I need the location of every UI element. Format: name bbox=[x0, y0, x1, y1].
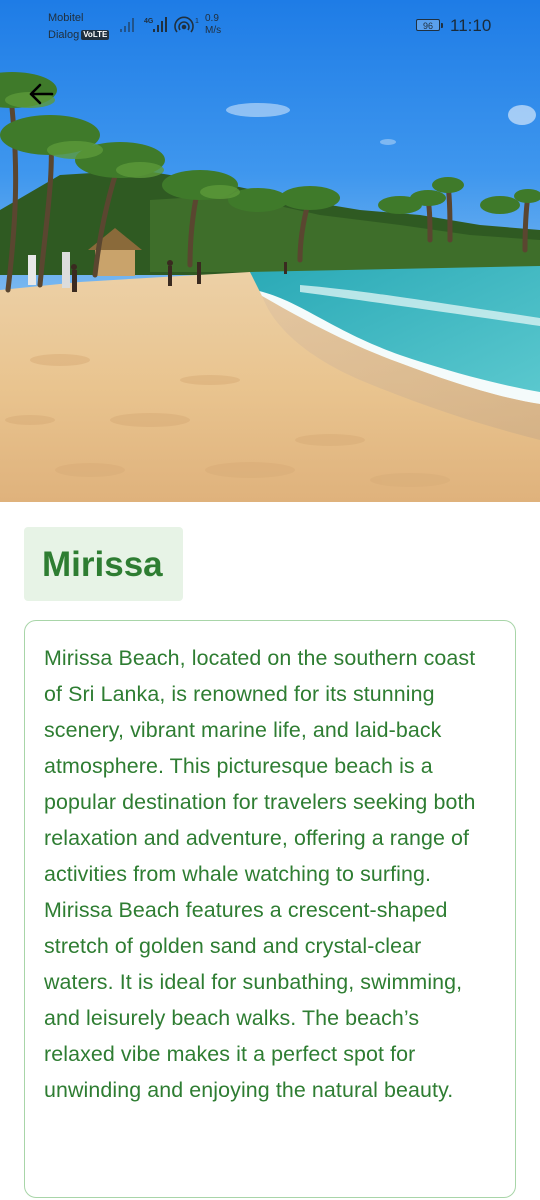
status-time: 11:10 bbox=[450, 16, 492, 35]
battery-icon: 96 bbox=[416, 19, 443, 31]
hotspot-icon bbox=[174, 16, 194, 33]
svg-text:1: 1 bbox=[195, 18, 199, 25]
arrow-left-icon bbox=[29, 83, 54, 105]
status-bar: Mobitel Dialog VoLTE 4G 1 0.9 M/s 96 11:… bbox=[0, 0, 540, 48]
signal-strength-4g-icon bbox=[153, 17, 167, 32]
title-chip: Mirissa bbox=[24, 527, 183, 601]
network-speed-unit: M/s bbox=[205, 25, 222, 36]
signal-strength-icon bbox=[120, 18, 134, 32]
carrier-name-secondary: Dialog VoLTE bbox=[48, 28, 110, 42]
network-type-label: 4G bbox=[144, 18, 154, 25]
hero-image-beach bbox=[0, 0, 540, 502]
carrier-name-secondary-label: Dialog bbox=[48, 29, 80, 41]
battery-level: 96 bbox=[422, 21, 433, 31]
carrier-name-primary: Mobitel bbox=[48, 12, 84, 24]
volte-badge: VoLTE bbox=[81, 30, 110, 40]
network-speed-value: 0.9 bbox=[205, 13, 219, 24]
place-title: Mirissa bbox=[42, 545, 163, 584]
place-detail-screen: Mobitel Dialog VoLTE 4G 1 0.9 M/s 96 11:… bbox=[0, 0, 540, 1200]
place-description: Mirissa Beach, located on the southern c… bbox=[44, 646, 476, 1102]
signal-icons: 4G 1 bbox=[120, 16, 199, 33]
network-speed: 0.9 M/s bbox=[205, 13, 221, 37]
description-card: Mirissa Beach, located on the southern c… bbox=[24, 620, 516, 1198]
back-button[interactable] bbox=[22, 74, 62, 114]
